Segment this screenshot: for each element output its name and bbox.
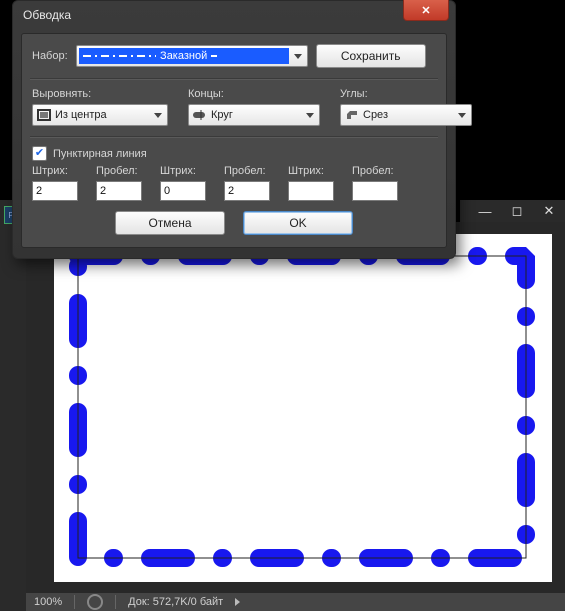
doc-size-readout: Док: 572,7K/0 байт [128, 596, 223, 608]
app-window-controls: — ◻ ✕ [460, 200, 565, 222]
align-value: Из центра [55, 109, 107, 121]
gap1-label: Пробел: [96, 165, 142, 177]
dash1-input[interactable]: 2 [32, 181, 78, 201]
cap-round-icon [193, 110, 207, 120]
dash2-label: Штрих: [160, 165, 206, 177]
app-left-strip: Ps [0, 200, 26, 611]
corners-label: Углы: [340, 88, 472, 100]
ok-button[interactable]: OK [243, 211, 353, 235]
dialog-close-button[interactable]: ✕ [403, 0, 449, 21]
caps-label: Концы: [188, 88, 320, 100]
zoom-level[interactable]: 100% [34, 596, 62, 608]
gap2-input[interactable]: 2 [224, 181, 270, 201]
dash1-label: Штрих: [32, 165, 78, 177]
maximize-button[interactable]: ◻ [501, 200, 533, 222]
caps-value: Круг [211, 109, 233, 121]
preset-value: Заказной [156, 50, 211, 62]
align-select[interactable]: Из центра [32, 104, 168, 126]
dialog-title: Обводка [23, 8, 71, 22]
dashed-checkbox[interactable]: ✔ [32, 146, 47, 161]
minimize-button[interactable]: — [469, 200, 501, 222]
gap2-label: Пробел: [224, 165, 270, 177]
gap3-input[interactable] [352, 181, 398, 201]
dash3-label: Штрих: [288, 165, 334, 177]
status-bar: 100% Док: 572,7K/0 байт [26, 593, 565, 611]
preset-select[interactable]: Заказной [76, 45, 308, 67]
corners-value: Срез [363, 109, 388, 121]
caps-select[interactable]: Круг [188, 104, 320, 126]
dashed-label: Пунктирная линия [53, 148, 147, 160]
dash2-input[interactable]: 0 [160, 181, 206, 201]
align-center-icon [37, 109, 51, 121]
gap1-input[interactable]: 2 [96, 181, 142, 201]
app-close-button[interactable]: ✕ [533, 200, 565, 222]
document[interactable] [54, 234, 552, 582]
cancel-button[interactable]: Отмена [115, 211, 225, 235]
align-label: Выровнять: [32, 88, 168, 100]
close-icon: ✕ [421, 4, 430, 17]
preset-label: Набор: [32, 50, 68, 62]
dash3-input[interactable] [288, 181, 334, 201]
dialog-body: Набор: Заказной Сохранить Выровнять: Из … [21, 33, 447, 248]
save-button[interactable]: Сохранить [316, 44, 426, 68]
stroke-dialog: Обводка ✕ Набор: Заказной Сохранить Выро… [12, 0, 456, 259]
dialog-titlebar[interactable]: Обводка ✕ [13, 1, 455, 29]
status-flyout-icon[interactable] [235, 598, 240, 606]
canvas-area [26, 222, 565, 593]
gap3-label: Пробел: [352, 165, 398, 177]
status-ring-icon [87, 594, 103, 610]
dashed-rectangle-shape [62, 242, 544, 574]
corner-bevel-icon [345, 109, 359, 121]
corners-select[interactable]: Срез [340, 104, 472, 126]
